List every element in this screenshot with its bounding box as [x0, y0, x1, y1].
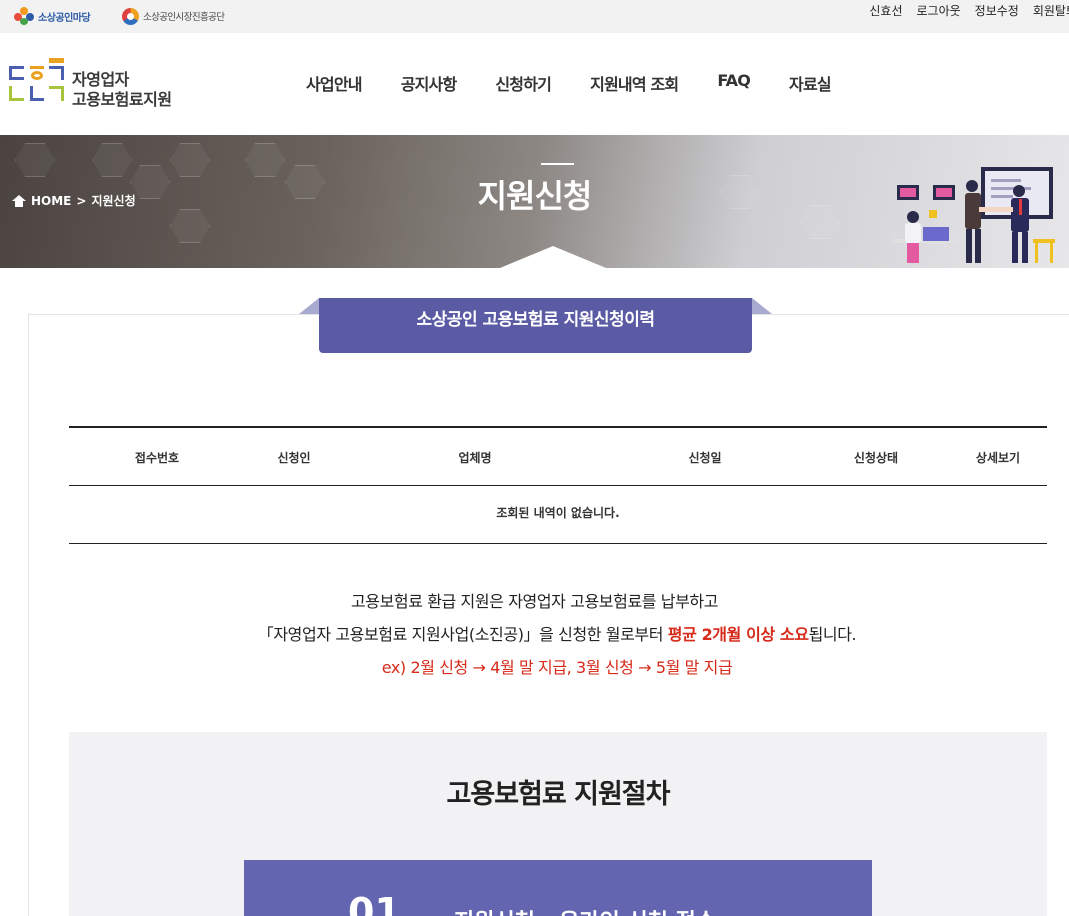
- nav-item-archive[interactable]: 자료실: [789, 71, 832, 95]
- semas-emblem-icon: [122, 7, 139, 25]
- site-header: 자영업자 고용보험료지원 사업안내 공지사항 신청하기 지원내역 조회 FAQ …: [0, 33, 1069, 135]
- edit-profile-link[interactable]: 정보수정: [975, 2, 1019, 19]
- info-line-2-suffix: 됩니다.: [808, 625, 857, 644]
- procedure-step-1: 01 지원신청 : 온라인 신청 접수: [244, 860, 872, 916]
- col-apply-date: 신청일: [688, 451, 722, 465]
- logout-link[interactable]: 로그아웃: [916, 2, 960, 19]
- logo2-text: 소상공인시장진흥공단: [143, 12, 225, 23]
- application-history-table: 접수번호 신청인 업체명 신청일 신청상태 상세보기 조회된 내역이 없습니다.: [69, 426, 1047, 544]
- top-utility-bar: 소상공인마당 소상공인시장진흥공단 신효선 로그아웃 정보수정 회원탈퇴: [0, 0, 1069, 33]
- procedure-section: 고용보험료 지원절차 01 지원신청 : 온라인 신청 접수: [69, 732, 1047, 916]
- nav-item-apply[interactable]: 신청하기: [495, 71, 551, 95]
- tab-wing-right: [752, 298, 772, 314]
- logo-glyph-icon: [9, 57, 67, 105]
- col-receipt-number: 접수번호: [134, 451, 180, 465]
- user-name: 신효선: [869, 4, 903, 18]
- col-apply-status: 신청상태: [853, 451, 899, 465]
- col-applicant: 신청인: [277, 451, 311, 465]
- logo-line2: 고용보험료지원: [72, 90, 172, 109]
- procedure-title: 고용보험료 지원절차: [446, 779, 671, 810]
- info-line-2: 「자영업자 고용보험료 지원사업(소진공)」을 신청한 월로부터 평균 2개월 …: [0, 621, 1069, 645]
- tab-wing-left: [299, 298, 319, 314]
- step-number: 01: [348, 890, 401, 916]
- site-logo[interactable]: 자영업자 고용보험료지원: [9, 57, 189, 109]
- logo1-text: 소상공인마당: [38, 12, 91, 24]
- main-nav: 사업안내 공지사항 신청하기 지원내역 조회 FAQ 자료실: [306, 71, 870, 95]
- table-empty-row: 조회된 내역이 없습니다.: [69, 486, 1047, 544]
- info-example-line: ex) 2월 신청 → 4월 말 지급, 3월 신청 → 5월 말 지급: [381, 658, 733, 677]
- table-header: 접수번호 신청인 업체명 신청일 신청상태 상세보기: [69, 426, 1047, 486]
- semas-logo[interactable]: 소상공인시장진흥공단: [122, 7, 225, 25]
- history-section-title: 소상공인 고용보험료 지원신청이력: [319, 298, 752, 353]
- page-banner: HOME > 지원신청 지원신청: [0, 135, 1069, 268]
- info-line-2-prefix: 「자영업자 고용보험료 지원사업(소진공)」을 신청한 월로부터: [257, 625, 668, 644]
- nav-item-faq[interactable]: FAQ: [717, 71, 750, 95]
- sosang-madang-logo[interactable]: 소상공인마당: [14, 7, 91, 25]
- util-links: 신효선 로그아웃 정보수정 회원탈퇴: [869, 2, 1069, 19]
- col-company-name: 업체명: [458, 451, 492, 465]
- col-detail-view: 상세보기: [975, 451, 1021, 465]
- info-line-1: 고용보험료 환급 지원은 자영업자 고용보험료를 납부하고: [350, 592, 719, 611]
- withdraw-link[interactable]: 회원탈퇴: [1033, 2, 1069, 19]
- plus-logo-icon: [14, 7, 34, 25]
- step-text: 지원신청 : 온라인 신청 접수: [454, 904, 716, 916]
- banner-pointer: [500, 246, 606, 268]
- title-accent-line: [541, 163, 574, 165]
- info-line-2-emphasis: 평균 2개월 이상 소요: [667, 625, 809, 644]
- nav-item-business-info[interactable]: 사업안내: [306, 71, 362, 95]
- nav-item-notice[interactable]: 공지사항: [401, 71, 457, 95]
- business-meeting-illustration-icon: [893, 167, 1055, 263]
- nav-item-support-history[interactable]: 지원내역 조회: [590, 71, 679, 95]
